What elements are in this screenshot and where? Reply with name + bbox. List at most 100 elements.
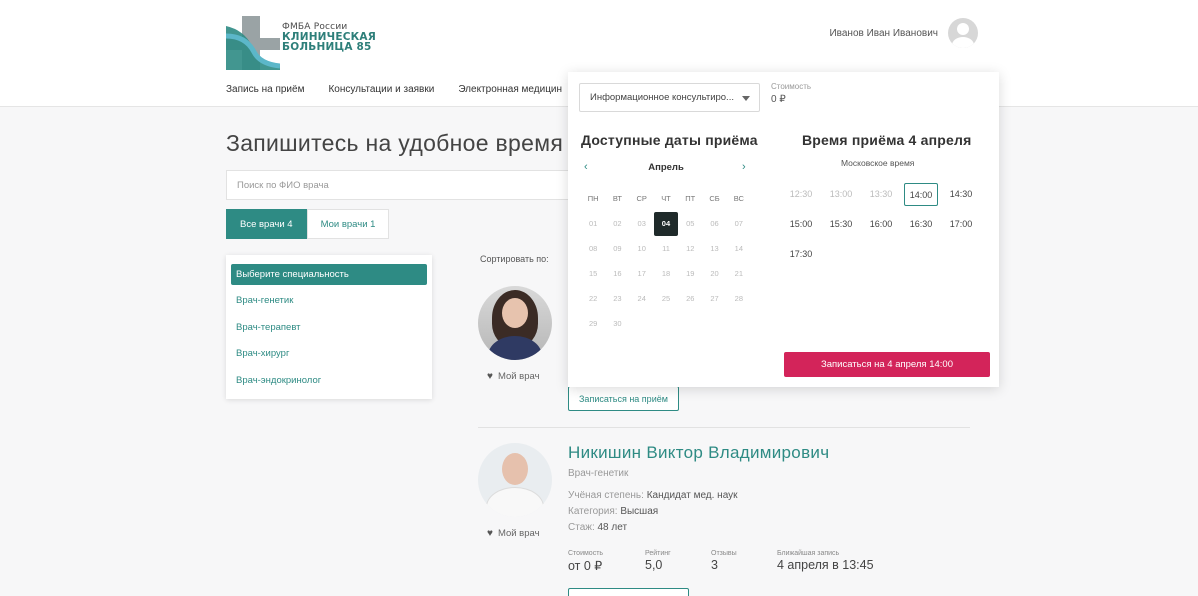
dates-title: Доступные даты приёма	[581, 132, 758, 148]
calendar-day[interactable]: 16	[605, 269, 629, 278]
calendar-day[interactable]: 26	[678, 294, 702, 303]
doctor-photo[interactable]	[478, 443, 552, 517]
calendar-day[interactable]: 03	[630, 219, 654, 228]
user-menu[interactable]: Иванов Иван Иванович	[829, 18, 978, 48]
calendar-day[interactable]: 06	[702, 219, 726, 228]
sort-label: Сортировать по:	[480, 254, 549, 264]
specialty-placeholder[interactable]: Выберите специальность	[231, 264, 427, 285]
calendar-day[interactable]: 27	[702, 294, 726, 303]
calendar-weekdays: ПН ВТ СР ЧТ ПТ СБ ВС	[581, 186, 751, 211]
tab-my-doctors[interactable]: Мои врачи 1	[306, 209, 390, 239]
cost-label: Стоимость	[771, 82, 812, 91]
specialty-item-endocrinologist[interactable]: Врач-эндокринолог	[231, 368, 427, 395]
logo[interactable]: ФМБА России КЛИНИЧЕСКАЯ БОЛЬНИЦА 85	[226, 16, 386, 70]
booking-popup: Информационное консультиро... Стоимость …	[568, 72, 999, 387]
calendar-grid: ПН ВТ СР ЧТ ПТ СБ ВС 01 02 03 04 05 06 07 08 09 1…	[581, 186, 751, 336]
degree-label: Учёная степень:	[568, 490, 644, 501]
calendar-day[interactable]: 22	[581, 294, 605, 303]
specialty-item-geneticist[interactable]: Врач-генетик	[231, 288, 427, 315]
time-slot-selected[interactable]: 14:00	[904, 182, 938, 206]
time-slot[interactable]: 17:00	[941, 219, 981, 229]
cost-value: 0 ₽	[771, 94, 786, 105]
doctor-name[interactable]: Никишин Виктор Владимирович	[568, 443, 829, 463]
time-slot[interactable]: 16:30	[901, 219, 941, 229]
nav-consultations[interactable]: Консультации и заявки	[328, 84, 434, 95]
calendar-week: 08 09 10 11 12 13 14	[581, 236, 751, 261]
calendar-day[interactable]: 29	[581, 319, 605, 328]
stat-nearest: Ближайшая запись 4 апреля в 13:45	[777, 550, 897, 573]
calendar-day[interactable]: 09	[605, 244, 629, 253]
avatar[interactable]	[948, 18, 978, 48]
calendar-day[interactable]: 21	[727, 269, 751, 278]
stat-rating: Рейтинг 5,0	[645, 550, 711, 573]
calendar-week: 22 23 24 25 26 27 28	[581, 286, 751, 311]
doctor-specialty: Врач-генетик	[568, 468, 629, 479]
chevron-right-icon[interactable]: ›	[742, 161, 746, 173]
nav-appointment[interactable]: Запись на приём	[226, 84, 304, 95]
calendar-day[interactable]: 30	[605, 319, 629, 328]
time-slot[interactable]: 14:30	[941, 189, 981, 199]
nav-emr[interactable]: Электронная медицин	[458, 84, 562, 95]
doctor-stats: Стоимость от 0 ₽ Рейтинг 5,0 Отзывы 3 Бл…	[568, 550, 897, 573]
calendar-day[interactable]: 17	[630, 269, 654, 278]
calendar-day[interactable]: 10	[630, 244, 654, 253]
specialty-dropdown: Выберите специальность Врач-генетик Врач…	[226, 255, 432, 399]
my-doctor-toggle[interactable]: ♥ Мой врач	[487, 371, 540, 382]
logo-text: ФМБА России КЛИНИЧЕСКАЯ БОЛЬНИЦА 85	[282, 22, 376, 52]
calendar-day[interactable]: 18	[654, 269, 678, 278]
heart-icon: ♥	[487, 528, 493, 539]
calendar-day[interactable]: 08	[581, 244, 605, 253]
calendar-day[interactable]: 12	[678, 244, 702, 253]
logo-mark-icon	[226, 16, 280, 70]
tab-all-doctors[interactable]: Все врачи 4	[226, 209, 307, 239]
my-doctor-label: Мой врач	[497, 528, 540, 539]
time-slot: 13:00	[829, 189, 853, 199]
calendar-day[interactable]: 14	[727, 244, 751, 253]
calendar-day[interactable]: 25	[654, 294, 678, 303]
service-select[interactable]: Информационное консультиро...	[579, 83, 760, 112]
calendar-day[interactable]: 05	[678, 219, 702, 228]
book-appointment-button[interactable]	[568, 588, 689, 596]
stat-value: 5,0	[645, 558, 663, 572]
calendar-day[interactable]: 15	[581, 269, 605, 278]
my-doctor-toggle[interactable]: ♥ Мой врач	[487, 528, 540, 539]
calendar-day[interactable]: 23	[605, 294, 629, 303]
weekday: ВТ	[612, 194, 622, 203]
calendar-day[interactable]: 02	[605, 219, 629, 228]
time-slot: 13:30	[869, 189, 893, 199]
calendar-day[interactable]: 19	[678, 269, 702, 278]
calendar-day[interactable]: 13	[702, 244, 726, 253]
book-appointment-button[interactable]: Записаться на приём	[568, 386, 679, 411]
experience-value: 48 лет	[597, 522, 628, 533]
confirm-booking-button[interactable]: Записаться на 4 апреля 14:00	[784, 352, 990, 377]
calendar-day[interactable]: 01	[581, 219, 605, 228]
weekday: СБ	[709, 194, 720, 203]
doctor-photo[interactable]	[478, 286, 552, 360]
time-slot[interactable]: 16:00	[861, 219, 901, 229]
calendar-day[interactable]: 11	[654, 244, 678, 253]
doctor-search-input[interactable]: Поиск по ФИО врача	[226, 170, 626, 200]
time-slot[interactable]: 15:30	[821, 219, 861, 229]
stat-label: Рейтинг	[645, 550, 671, 557]
calendar-day-selected[interactable]: 04	[653, 211, 678, 236]
calendar-day[interactable]: 07	[727, 219, 751, 228]
weekday: СР	[636, 194, 647, 203]
time-slot-row: 15:00 15:30 16:00 16:30 17:00	[781, 209, 981, 239]
time-slot[interactable]: 17:30	[781, 249, 821, 259]
page-title: Запишитесь на удобное время	[226, 130, 564, 156]
specialty-item-surgeon[interactable]: Врач-хирург	[231, 341, 427, 368]
calendar-week: 01 02 03 04 05 06 07	[581, 211, 751, 236]
calendar-day[interactable]: 20	[702, 269, 726, 278]
calendar-month: Апрель	[648, 162, 684, 173]
time-slot[interactable]: 15:00	[781, 219, 821, 229]
weekday: ПН	[587, 194, 599, 203]
specialty-item-therapist[interactable]: Врач-терапевт	[231, 315, 427, 342]
weekday: ЧТ	[661, 194, 671, 203]
calendar-week: 29 30	[581, 311, 751, 336]
stat-cost: Стоимость от 0 ₽	[568, 550, 645, 573]
stat-value: 3	[711, 558, 718, 572]
stat-value: от 0 ₽	[568, 559, 603, 573]
calendar-day[interactable]: 24	[630, 294, 654, 303]
calendar-day[interactable]: 28	[727, 294, 751, 303]
main-nav: Запись на приём Консультации и заявки Эл…	[226, 84, 562, 95]
